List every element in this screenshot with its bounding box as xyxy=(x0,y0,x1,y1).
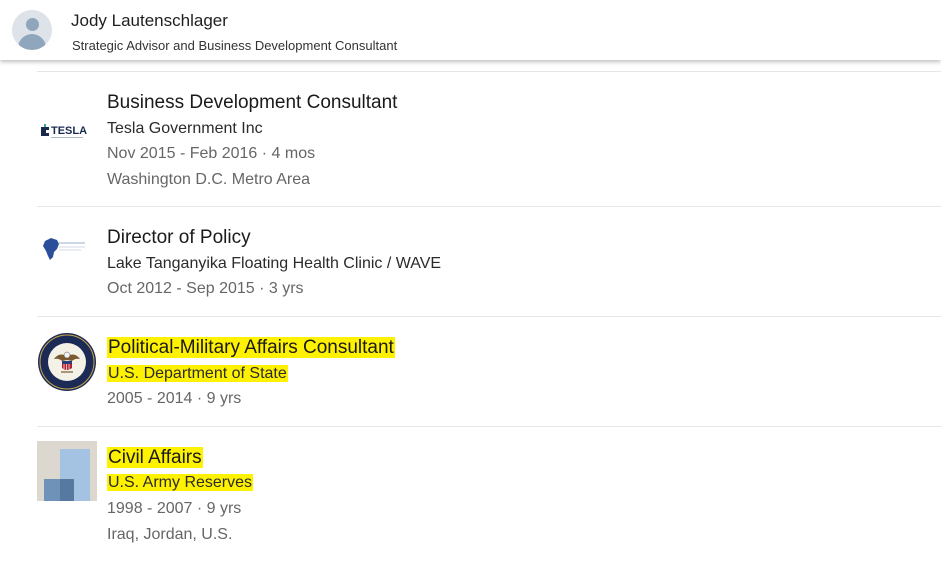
job-dates: 1998 - 2007 · 9 yrs xyxy=(107,500,242,517)
job-dates: Nov 2015 - Feb 2016 · 4 mos xyxy=(107,145,316,162)
job-title[interactable]: Political-Military Affairs Consultant xyxy=(107,337,395,359)
experience-card: TESLA Business Development Consultant Te… xyxy=(0,0,941,576)
company-name: U.S. Department of State xyxy=(107,365,288,383)
profile-name[interactable]: Jody Lautenschlager xyxy=(71,11,228,31)
tesla-logo-text: TESLA xyxy=(51,125,87,137)
job-title[interactable]: Director of Policy xyxy=(107,227,251,249)
profile-sticky-header: Jody Lautenschlager Strategic Advisor an… xyxy=(0,0,941,60)
job-title[interactable]: Business Development Consultant xyxy=(107,92,397,114)
job-dates: 2005 - 2014 · 9 yrs xyxy=(107,390,242,407)
job-dates: Oct 2012 - Sep 2015 · 3 yrs xyxy=(107,280,304,297)
company-name: U.S. Army Reserves xyxy=(107,474,254,492)
experience-item-lake-tanganyika[interactable]: Director of Policy Lake Tanganyika Float… xyxy=(0,207,941,316)
highlighted-text: U.S. Army Reserves xyxy=(107,474,254,491)
highlighted-text: Political-Military Affairs Consultant xyxy=(107,337,395,358)
department-of-state-seal[interactable] xyxy=(37,332,97,392)
generic-company-logo[interactable] xyxy=(37,441,97,501)
job-title[interactable]: Civil Affairs xyxy=(107,447,203,469)
company-name: Tesla Government Inc xyxy=(107,120,263,137)
company-name: Lake Tanganyika Floating Health Clinic /… xyxy=(107,255,442,272)
job-location: Washington D.C. Metro Area xyxy=(107,171,311,188)
highlighted-text: Civil Affairs xyxy=(107,447,203,468)
job-location: Iraq, Jordan, U.S. xyxy=(107,526,233,543)
experience-item-department-of-state[interactable]: Political-Military Affairs Consultant U.… xyxy=(0,317,941,426)
avatar[interactable] xyxy=(12,10,52,50)
highlighted-text: U.S. Department of State xyxy=(107,365,288,382)
africa-map-logo[interactable] xyxy=(37,221,97,281)
profile-headline: Strategic Advisor and Business Developme… xyxy=(72,38,398,53)
avatar-placeholder-icon xyxy=(26,18,39,31)
tesla-government-logo[interactable]: TESLA xyxy=(37,87,97,147)
experience-item-army-reserves[interactable]: Civil Affairs U.S. Army Reserves 1998 - … xyxy=(0,427,941,567)
experience-item-tesla[interactable]: TESLA Business Development Consultant Te… xyxy=(0,72,941,206)
